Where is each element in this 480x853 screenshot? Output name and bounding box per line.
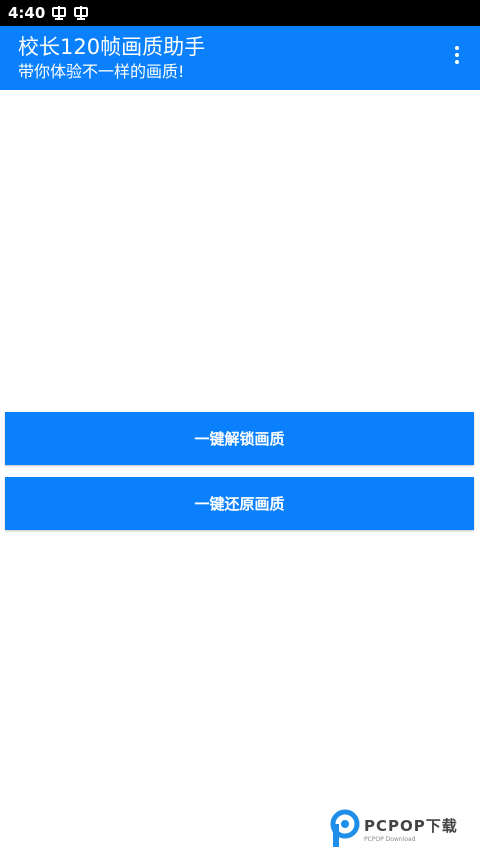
app-title: 校长120帧画质助手 (18, 35, 206, 59)
status-time: 4:40 (8, 4, 46, 22)
pcpop-logo-icon (330, 809, 360, 847)
unlock-quality-button[interactable]: 一键解锁画质 (5, 412, 474, 465)
watermark-text: PCPOP下载 (364, 817, 458, 835)
app-subtitle: 带你体验不一样的画质! (18, 62, 185, 81)
more-vert-icon[interactable] (442, 40, 472, 70)
notification-icon (74, 6, 89, 20)
watermark: PCPOP下载 PCPOP Download (330, 807, 478, 851)
notification-icon (52, 6, 67, 20)
watermark-subtext: PCPOP Download (364, 836, 416, 843)
app-bar: 校长120帧画质助手 带你体验不一样的画质! (0, 26, 480, 90)
restore-quality-button[interactable]: 一键还原画质 (5, 477, 474, 530)
status-bar: 4:40 (0, 0, 480, 26)
